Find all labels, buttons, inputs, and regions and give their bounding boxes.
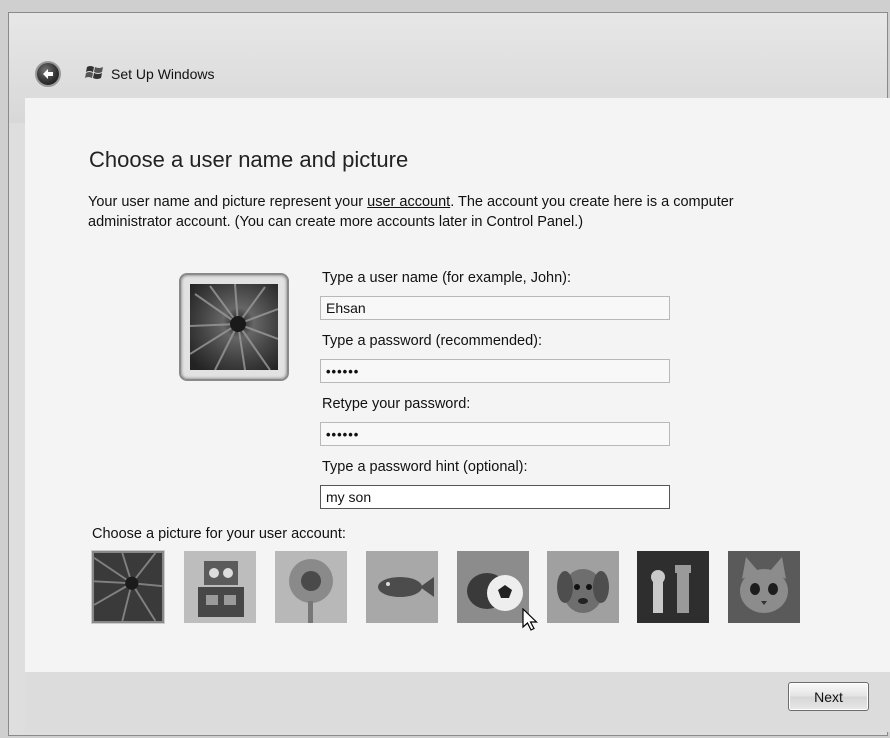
puppy-thumbnail-icon <box>547 551 619 623</box>
picture-option-soccer-ball[interactable] <box>457 551 529 623</box>
robot-thumbnail-icon <box>184 551 256 623</box>
password-hint-label: Type a password hint (optional): <box>322 459 528 475</box>
windows-logo-icon <box>85 66 103 79</box>
picture-option-fish[interactable] <box>366 551 438 623</box>
retype-password-field[interactable] <box>320 422 670 446</box>
picture-option-robot[interactable] <box>184 551 256 623</box>
username-field[interactable] <box>320 296 670 320</box>
next-button[interactable]: Next <box>788 682 869 711</box>
current-user-picture <box>179 273 289 381</box>
content-panel: Choose a user name and picture Your user… <box>25 98 890 672</box>
kitten-thumbnail-icon <box>728 551 800 623</box>
password-field[interactable] <box>320 359 670 383</box>
intro-text-part-1: Your user name and picture represent you… <box>88 194 368 210</box>
password-label: Type a password (recommended): <box>322 333 543 349</box>
picture-chooser-label: Choose a picture for your user account: <box>92 526 346 542</box>
username-label: Type a user name (for example, John): <box>322 270 572 286</box>
mouse-cursor-icon <box>522 608 538 631</box>
intro-text: Your user name and picture represent you… <box>88 192 818 232</box>
picture-option-flower-2[interactable] <box>275 551 347 623</box>
flower-thumbnail-icon <box>94 553 162 621</box>
window-title: Set Up Windows <box>111 66 215 82</box>
picture-option-kitten[interactable] <box>728 551 800 623</box>
back-button[interactable] <box>35 61 61 87</box>
user-account-link[interactable]: user account <box>367 194 450 210</box>
flower-picture-icon <box>190 284 278 370</box>
picture-option-flower[interactable] <box>92 551 164 623</box>
flower-2-thumbnail-icon <box>275 551 347 623</box>
footer-bar: Next <box>25 672 890 732</box>
soccer-ball-thumbnail-icon <box>457 551 529 623</box>
setup-window: Set Up Windows Choose a user name and pi… <box>8 12 890 736</box>
back-arrow-icon <box>43 69 53 79</box>
picture-option-puppy[interactable] <box>547 551 619 623</box>
password-hint-field[interactable] <box>320 485 670 509</box>
page-title: Choose a user name and picture <box>89 147 409 172</box>
fish-thumbnail-icon <box>366 551 438 623</box>
retype-password-label: Retype your password: <box>322 396 471 412</box>
picture-option-chess[interactable] <box>637 551 709 623</box>
chess-thumbnail-icon <box>637 551 709 623</box>
